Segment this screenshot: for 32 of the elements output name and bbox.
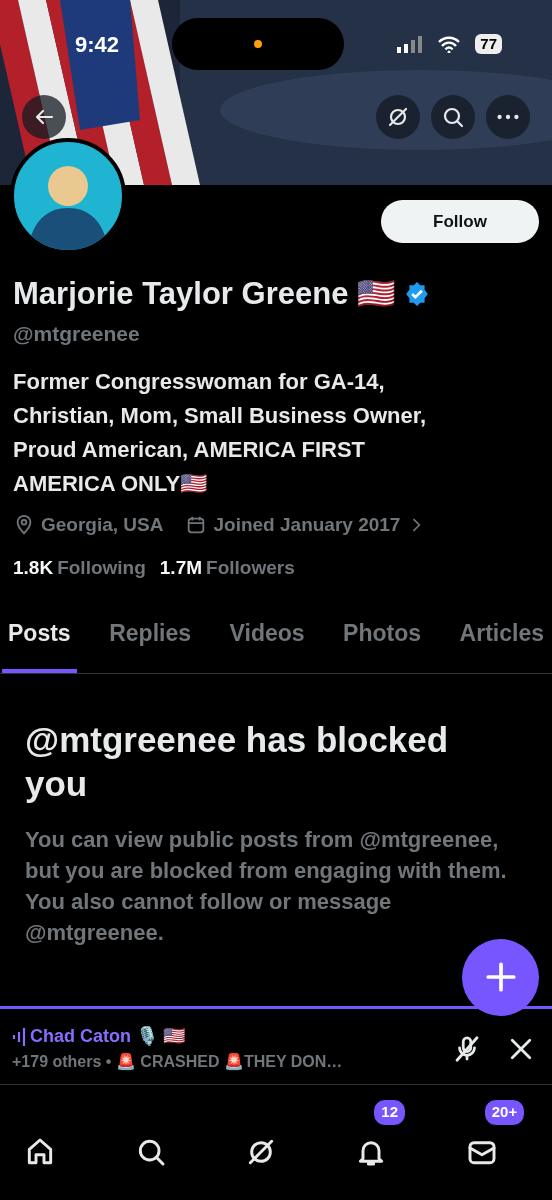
space-title: +179 others • 🚨 CRASHED 🚨THEY DON… [12, 1052, 344, 1072]
stat-count: 1.7M [159, 555, 203, 580]
mail-tab[interactable]: 20+ [461, 1099, 532, 1200]
stat-label[interactable]: Following [57, 553, 146, 582]
blocked-message: You can view public posts from @mtgreenee, but you are blocked from engaging with them. You also cannot follow or message @mtgreenee. [25, 825, 508, 947]
stat-count: 1.8K [13, 555, 54, 580]
follow-button[interactable]: Follow [381, 200, 539, 243]
space-host[interactable]: Chad Caton 🎙 🇺🇸 [30, 1023, 185, 1050]
status-time: 9:42 [75, 30, 120, 59]
stat-label[interactable]: Followers [206, 553, 295, 582]
profile-name: Marjorie Taylor Greene 🇺🇸 [13, 275, 396, 313]
profile-tab[interactable]: Posts [2, 602, 77, 673]
notification-badge: 12 [373, 1099, 407, 1126]
audio-icon [12, 1026, 26, 1047]
profile-tab[interactable]: Videos [223, 602, 311, 673]
more-icon [496, 114, 520, 120]
indicator-dot-icon [253, 39, 264, 49]
grok-icon [386, 105, 410, 129]
search-icon [441, 105, 465, 129]
location-text: Georgia, USA [41, 513, 164, 537]
battery-indicator: 77 [475, 34, 502, 54]
joined-date: Joined January 2017 [213, 513, 401, 537]
blocked-title: @mtgreenee has blocked you [25, 718, 450, 805]
signal-icon [397, 35, 424, 53]
profile-tab[interactable]: Replies [103, 602, 197, 673]
bell-tab[interactable]: 12 [351, 1099, 422, 1200]
notification-badge: 20+ [483, 1099, 526, 1126]
profile-tab[interactable]: Articles [453, 602, 550, 673]
profile-handle: @mtgreenee [13, 320, 141, 347]
wifi-icon [437, 35, 462, 53]
profile-bio: Former Congresswoman for GA-14, Christian, Mom, Small Business Owner, Proud American, AMERICA FIRST AMERICA ONLY🇺🇸 [13, 368, 428, 498]
profile-tab[interactable]: Photos [337, 602, 428, 673]
